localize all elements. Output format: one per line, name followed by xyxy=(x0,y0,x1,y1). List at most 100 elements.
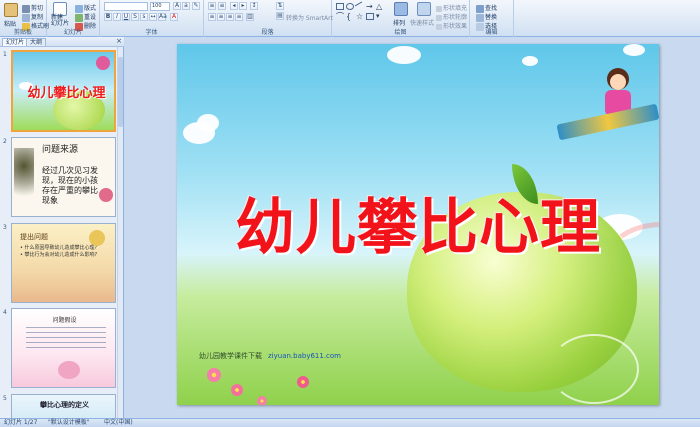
bullets-button[interactable]: ≡ xyxy=(208,2,216,10)
outline-icon xyxy=(436,14,442,21)
fill-icon xyxy=(436,5,442,12)
thumb-title-1: 幼儿攀比心理 xyxy=(27,86,106,101)
text-direction-button[interactable]: ⇅ xyxy=(276,2,284,10)
callout-shape-icon[interactable] xyxy=(366,13,374,20)
slides-group: 新建 幻灯片 版式 重设 删除 幻灯片 xyxy=(47,0,100,37)
slide-title[interactable]: 幼儿攀比心理 xyxy=(177,179,659,266)
font-group: 100 A a ✎ B I U S s ↔ Aa A 字体 xyxy=(100,0,204,37)
shape-outline-button[interactable]: 形状轮廓 xyxy=(436,12,467,21)
flower-icon xyxy=(207,368,221,382)
thumb-body-2: 经过几次见习发现，现在的小孩存在严重的攀比现象 xyxy=(42,166,98,205)
thumb-ink-flower-icon xyxy=(14,148,34,208)
editing-group-label: 编辑 xyxy=(485,29,498,36)
spacing-button[interactable]: ↔ xyxy=(149,13,157,21)
slides-group-label: 幻灯片 xyxy=(63,29,82,36)
oval-shape-icon[interactable] xyxy=(346,3,354,10)
underline-button[interactable]: U xyxy=(122,13,130,21)
slide-thumbnail-1[interactable]: 幼儿攀比心理 xyxy=(11,50,116,132)
pane-scrollbar-thumb[interactable] xyxy=(118,57,123,127)
align-center-button[interactable]: ≡ xyxy=(217,13,225,21)
drawing-group-label: 绘图 xyxy=(394,29,407,36)
thumb-cartoon-icon xyxy=(58,361,80,379)
bracket-shape-icon[interactable]: { xyxy=(346,13,354,21)
convert-smartart-button[interactable]: 转换为 SmartArt xyxy=(286,13,333,22)
italic-button[interactable]: I xyxy=(113,13,121,21)
clipboard-group: 粘贴 剪切 复制 格式刷 剪贴板 xyxy=(0,0,49,37)
thumb-girl-icon xyxy=(96,56,110,70)
star-shape-icon[interactable]: ☆ xyxy=(356,13,364,21)
slide-number: 4 xyxy=(3,309,7,316)
tab-outline[interactable]: 大纲 xyxy=(26,38,47,46)
swirl-decoration xyxy=(549,334,639,404)
drawing-group: → △ ⌒ { ☆ ▾ 排列 快速样式 形状填充 形状轮廓 形状效果 绘图 xyxy=(332,0,470,37)
more-shapes-icon[interactable]: ▾ xyxy=(376,13,384,20)
line-spacing-button[interactable]: ↕ xyxy=(250,2,258,10)
align-text-button[interactable]: ▤ xyxy=(276,12,284,20)
current-slide[interactable]: 幼儿攀比心理 幼儿园教学课件下载 ziyuan.baby611.com xyxy=(177,44,659,405)
thumb-title-4: 问题假设 xyxy=(52,317,77,324)
numbering-button[interactable]: ≡ xyxy=(218,2,226,10)
arrow-shape-icon[interactable]: → xyxy=(366,3,374,11)
slide-thumbnail-3[interactable]: 提出问题 • 什么原因导致幼儿造成攀比心理? • 攀比行为会对幼儿造成什么影响? xyxy=(11,223,116,303)
justify-button[interactable]: ≡ xyxy=(235,13,243,21)
slide-number: 2 xyxy=(3,138,7,145)
slide-thumbnail-2[interactable]: 问题来源 经过几次见习发现，现在的小孩存在严重的攀比现象 xyxy=(11,137,116,217)
align-left-button[interactable]: ≡ xyxy=(208,13,216,21)
language-status[interactable]: 中文(中国) xyxy=(104,419,133,427)
footer-text: 幼儿园教学课件下载 xyxy=(199,352,262,360)
arrange-icon xyxy=(394,2,408,16)
flower-icon xyxy=(257,396,267,405)
grow-font-button[interactable]: A xyxy=(173,2,181,10)
slide-thumbnail-4[interactable]: 问题假设 xyxy=(11,308,116,388)
thumb-text-block-4 xyxy=(26,327,106,351)
shape-fill-button[interactable]: 形状填充 xyxy=(436,3,467,12)
thumb-title-5: 攀比心理的定义 xyxy=(40,401,89,409)
shrink-font-button[interactable]: a xyxy=(182,2,190,10)
cloud-decoration xyxy=(522,56,538,66)
font-size-box[interactable]: 100 xyxy=(150,2,170,11)
flower-icon xyxy=(231,384,243,396)
thumb-tree-icon xyxy=(89,230,105,246)
theme-status: "默认设计模板" xyxy=(48,419,90,426)
triangle-shape-icon[interactable]: △ xyxy=(376,3,384,11)
slide-count-status: 幻灯片 1/27 xyxy=(4,419,38,426)
shadow-button[interactable]: s xyxy=(140,13,148,21)
slide-number: 3 xyxy=(3,224,7,231)
arrange-button[interactable]: 排列 xyxy=(393,18,405,27)
quick-styles-button[interactable]: 快速样式 xyxy=(410,18,434,27)
thumb-title-2: 问题来源 xyxy=(42,145,79,155)
font-color-button[interactable]: A xyxy=(170,13,178,21)
cloud-decoration xyxy=(623,44,645,56)
clear-format-button[interactable]: ✎ xyxy=(192,2,200,10)
editing-group: 查找 替换 选择 编辑 xyxy=(470,0,514,37)
case-button[interactable]: Aa xyxy=(158,13,167,21)
cloud-decoration xyxy=(197,114,219,132)
strikethrough-button[interactable]: S xyxy=(131,13,139,21)
paragraph-group-label: 段落 xyxy=(261,29,274,36)
flower-icon xyxy=(297,376,309,388)
pane-scrollbar[interactable] xyxy=(117,47,123,418)
slide-thumbnail-5[interactable]: 攀比心理的定义 xyxy=(11,394,116,418)
increase-indent-button[interactable]: ▸ xyxy=(239,2,247,10)
columns-button[interactable]: ▥ xyxy=(246,13,254,21)
ribbon: 粘贴 剪切 复制 格式刷 剪贴板 新建 幻灯片 版式 重设 删除 幻灯片 100 … xyxy=(0,0,700,37)
paragraph-group: ≡ ≡ ◂ ▸ ↕ ⇅ ▤ ≡ ≡ ≡ ≡ ▥ 转换为 SmartArt 段落 xyxy=(204,0,333,37)
quick-styles-icon xyxy=(417,2,431,16)
bold-button[interactable]: B xyxy=(104,13,112,21)
font-group-label: 字体 xyxy=(145,29,158,36)
slide-number: 5 xyxy=(3,395,7,402)
decrease-indent-button[interactable]: ◂ xyxy=(230,2,238,10)
thumb-rose-icon xyxy=(99,188,113,202)
close-pane-icon[interactable]: × xyxy=(116,38,122,45)
line-shape-icon[interactable] xyxy=(354,1,366,12)
font-name-box[interactable] xyxy=(104,2,148,11)
new-slide-button[interactable]: 新建 幻灯片 xyxy=(51,15,69,27)
tab-slides[interactable]: 幻灯片 xyxy=(2,38,29,46)
curve-shape-icon[interactable]: ⌒ xyxy=(336,13,344,21)
clipboard-group-label: 剪贴板 xyxy=(13,29,32,36)
slide-editing-area: 幼儿攀比心理 幼儿园教学课件下载 ziyuan.baby611.com xyxy=(125,37,700,418)
pane-tabs: 幻灯片 大纲 × xyxy=(0,37,124,47)
rectangle-shape-icon[interactable] xyxy=(336,3,344,10)
align-right-button[interactable]: ≡ xyxy=(226,13,234,21)
slide-footer[interactable]: 幼儿园教学课件下载 ziyuan.baby611.com xyxy=(199,351,341,361)
